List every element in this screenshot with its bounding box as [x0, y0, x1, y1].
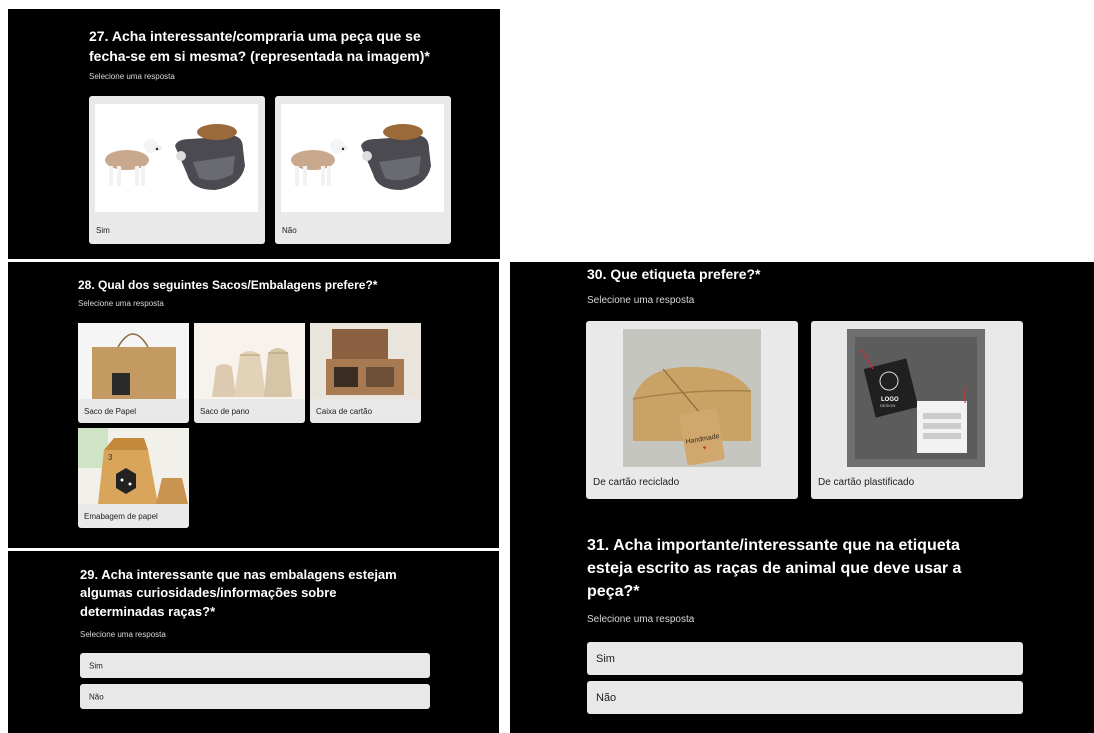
q27-nao-image [281, 104, 444, 212]
question-30-31-panel: 30. Que etiqueta prefere?* Selecione uma… [510, 262, 1094, 733]
question-29-panel: 29. Acha interessante que nas embalagens… [8, 551, 499, 733]
question-27-hint: Selecione uma resposta [89, 72, 175, 81]
question-31-title-line1: 31. Acha importante/interessante que na … [587, 537, 960, 554]
question-28-title: 28. Qual dos seguintes Sacos/Embalagens … [78, 278, 378, 292]
q31-option-nao[interactable]: Não [587, 681, 1023, 714]
q27-option-nao[interactable]: Não [275, 96, 451, 244]
q30-cartao-plastificado-image: LOGO DESIGN [847, 329, 985, 467]
question-29-hint: Selecione uma resposta [80, 630, 166, 639]
q28-option-saco-de-papel-label: Saco de Papel [84, 407, 137, 416]
box-label-text: 3 [108, 453, 113, 462]
question-30-title: 30. Que etiqueta prefere?* [587, 266, 761, 282]
question-30-hint: Selecione uma resposta [587, 295, 695, 306]
question-31-title-line2: esteja escrito as raças de animal que de… [587, 560, 962, 578]
q28-saco-de-pano-image [194, 323, 305, 399]
q28-saco-de-papel-image [78, 323, 189, 399]
question-31-title-line3: peça?* [587, 583, 640, 601]
q29-option-nao-label: Não [89, 692, 104, 701]
q27-option-nao-label: Não [282, 226, 297, 235]
q31-option-sim-label: Sim [596, 652, 615, 665]
q30-option-cartao-plastificado-label: De cartão plastificado [818, 477, 915, 488]
q28-embalagem-de-papel-image: 3 [78, 428, 189, 504]
question-27-title-line2: fecha-se em si mesma? (representada na i… [89, 48, 430, 65]
q28-caixa-de-cartao-image [310, 323, 421, 399]
question-27-title: 27. Acha interessante/compraria uma peça… [89, 26, 430, 67]
q30-option-cartao-reciclado-label: De cartão reciclado [593, 477, 680, 488]
q31-option-nao-label: Não [596, 691, 617, 704]
logo-subtext: DESIGN [880, 403, 895, 408]
q28-option-saco-de-pano-label: Saco de pano [200, 407, 250, 416]
question-29-title-line3: determinadas raças?* [80, 603, 216, 619]
question-29-title: 29. Acha interessante que nas embalagens… [80, 566, 397, 621]
q30-cartao-reciclado-image: Handmade ♥ [623, 329, 761, 467]
question-31-title: 31. Acha importante/interessante que na … [587, 534, 961, 603]
q27-sim-image [95, 104, 258, 212]
q28-option-saco-de-pano[interactable]: Saco de pano [194, 323, 305, 423]
q29-option-sim[interactable]: Sim [80, 653, 430, 678]
question-28-hint: Selecione uma resposta [78, 299, 164, 308]
question-29-title-line2: algumas curiosidades/informações sobre [80, 585, 337, 601]
question-31-hint: Selecione uma resposta [587, 614, 695, 625]
question-27-title-line1: 27. Acha interessante/compraria uma peça… [89, 28, 421, 44]
question-27-panel: 27. Acha interessante/compraria uma peça… [8, 9, 500, 259]
q30-option-cartao-plastificado[interactable]: LOGO DESIGN De cartão plastificado [811, 321, 1023, 499]
q30-option-cartao-reciclado[interactable]: Handmade ♥ De cartão reciclado [586, 321, 798, 499]
question-29-title-line1: 29. Acha interessante que nas embalagens… [80, 567, 397, 582]
q28-option-embalagem-de-papel[interactable]: 3 Emabagem de papel [78, 428, 189, 528]
q28-option-embalagem-de-papel-label: Emabagem de papel [84, 512, 158, 521]
q28-option-caixa-de-cartao-label: Caixa de cartão [316, 407, 373, 416]
q29-option-nao[interactable]: Não [80, 684, 430, 709]
q31-option-sim[interactable]: Sim [587, 642, 1023, 675]
q28-option-caixa-de-cartao[interactable]: Caixa de cartão [310, 323, 421, 423]
q28-option-saco-de-papel[interactable]: Saco de Papel [78, 323, 189, 423]
q27-option-sim[interactable]: Sim [89, 96, 265, 244]
q29-option-sim-label: Sim [89, 661, 103, 670]
q27-option-sim-label: Sim [96, 226, 110, 235]
question-28-panel: 28. Qual dos seguintes Sacos/Embalagens … [8, 262, 499, 548]
